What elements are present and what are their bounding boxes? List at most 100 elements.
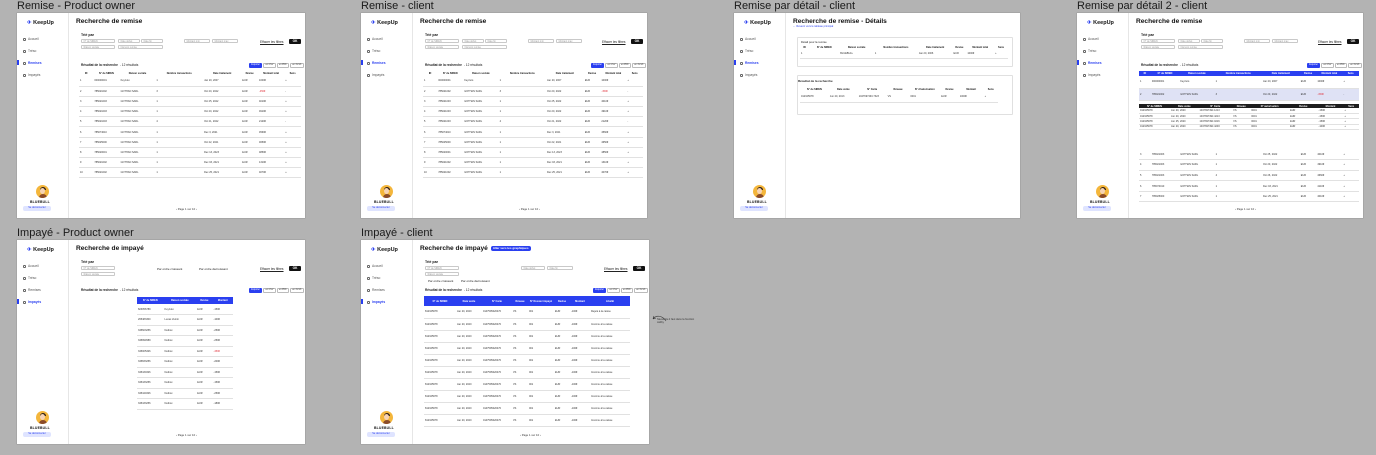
logout-button[interactable]: Se déconnecter: [740, 206, 768, 211]
ok-button[interactable]: OK: [631, 39, 643, 44]
table-row[interactable]: 1 000000001 Keyzuto 1 Jan 20, 2007 EUR 1000€ +: [79, 76, 301, 87]
table-row[interactable]: 2 785021002 GOTHAN SARL 3 Oct 20, 2022 EUR -45…: [1139, 88, 1359, 101]
amount-max-input[interactable]: Montant max: [212, 39, 238, 44]
export-tab-2[interactable]: en PDF: [618, 63, 632, 68]
sidebar-item-0[interactable]: Accueil: [23, 264, 39, 268]
company-name-input[interactable]: Raison sociale: [1141, 45, 1175, 50]
export-tab-0[interactable]: Exporter: [592, 288, 607, 293]
export-tab-3[interactable]: en XLSX: [1347, 63, 1362, 68]
logout-button[interactable]: Se déconnecter: [367, 206, 395, 211]
sidebar-item-3[interactable]: Impayés: [1083, 73, 1100, 77]
sidebar-item-1[interactable]: Tréso: [1083, 49, 1096, 53]
table-row[interactable]: 345440326 Netbox EUR -250€: [137, 388, 233, 399]
table-row[interactable]: 812345678 Jan 20, 2020 0147595420470 VS 001 E…: [424, 402, 630, 415]
sidebar-item-3[interactable]: Impayés: [740, 73, 757, 77]
date-start-input[interactable]: Date début: [521, 266, 545, 271]
table-row[interactable]: 345433256 Netbox EUR -150€: [137, 377, 233, 389]
sort-ascending-option[interactable]: Par ordre croissant: [428, 279, 453, 283]
sidebar-item-1[interactable]: Tréso: [23, 276, 36, 280]
sort-ascending-option[interactable]: Par ordre croissant: [157, 267, 182, 271]
table-row[interactable]: 812345678 Jan 20, 2020 0147595420470 VS 001 E…: [424, 390, 630, 403]
export-tab-0[interactable]: Exporter: [590, 63, 605, 68]
table-row[interactable]: 1 000000001 Keyzuto 1 Jan 20, 2007 EUR 1000€ +: [423, 76, 643, 87]
table-row[interactable]: 7 785025000 GOTHAN SARL 1 Oct 22, 2021 EUR 465…: [79, 137, 301, 148]
sidebar-item-0[interactable]: Accueil: [1083, 37, 1099, 41]
date-end-input[interactable]: Date fin: [1201, 39, 1223, 44]
export-tab-1[interactable]: en CSV: [605, 63, 618, 68]
table-row[interactable]: 345433256 Netbox EUR -180€: [137, 398, 233, 410]
table-row[interactable]: 5 785021003 GOTHAN SARL 4 Oct 21, 2022 EUR 212…: [423, 116, 643, 128]
logout-button[interactable]: Se déconnecter: [23, 206, 51, 211]
sidebar-item-0[interactable]: Accueil: [740, 37, 756, 41]
sidebar-item-2[interactable]: Remises: [740, 61, 759, 65]
sidebar-item-0[interactable]: Accueil: [23, 37, 39, 41]
sort-descending-option[interactable]: Par ordre décroissant: [461, 279, 490, 283]
sidebar-item-2[interactable]: Remises: [367, 288, 385, 292]
app-logo[interactable]: ✈ KeepUp: [371, 247, 398, 253]
table-row[interactable]: 8 785020001 GOTHAN SARL 1 Dec 13, 2023 EUR 485…: [423, 147, 643, 159]
date-start-input[interactable]: Date début: [118, 39, 140, 44]
sidebar-item-2[interactable]: Remises: [1083, 61, 1102, 65]
table-row[interactable]: 823056789 Keyzuto EUR -150€: [137, 304, 233, 315]
table-row[interactable]: 3 785021003 GOTHAN SARL 1 Oct 25, 2022 EUR 401…: [1139, 149, 1359, 161]
sidebar-item-2[interactable]: Remises: [23, 61, 42, 65]
table-row[interactable]: 345603256 Netbox EUR -250€: [137, 325, 233, 336]
table-row[interactable]: 345005326 Netbox EUR -450€: [137, 346, 233, 357]
ok-button[interactable]: OK: [633, 266, 645, 271]
siren-input[interactable]: N° de SIREN: [81, 266, 115, 271]
app-logo[interactable]: ✈ KeepUp: [744, 20, 771, 26]
table-row[interactable]: 4 785021003 GOTHAN SARL 1 Oct 20, 2022 EUR 491…: [423, 106, 643, 118]
ok-button[interactable]: OK: [289, 266, 301, 271]
amount-max-input[interactable]: Montant max: [556, 39, 582, 44]
table-row[interactable]: 345430326 Netbox EUR -150€: [137, 367, 233, 378]
export-tab-0[interactable]: Exporter: [248, 63, 263, 68]
export-tab-2[interactable]: en PDF: [1334, 63, 1348, 68]
sidebar-item-2[interactable]: Remises: [367, 61, 386, 65]
export-tab-0[interactable]: Exporter: [1306, 63, 1321, 68]
export-tab-2[interactable]: en PDF: [276, 288, 290, 293]
table-row[interactable]: 7 785025000 GOTHAN SARL 1 Oct 22, 2021 EUR 465…: [423, 137, 643, 148]
sort-descending-option[interactable]: Par ordre décroissant: [199, 267, 228, 271]
sidebar-item-1[interactable]: Tréso: [23, 49, 36, 53]
pagination[interactable]: ‹ Page 1 sur 10 ›: [520, 433, 541, 437]
app-logo[interactable]: ✈ KeepUp: [371, 20, 398, 26]
amount-min-input[interactable]: Montant min: [1244, 39, 1270, 44]
siren-input[interactable]: N° de SIREN: [425, 266, 459, 271]
table-row[interactable]: 1 BLUEBULL 1 Jan 20, 2006 EUR 1000€ +: [800, 50, 1008, 59]
sidebar-item-3[interactable]: Impayés: [23, 73, 40, 77]
date-start-input[interactable]: Date début: [462, 39, 484, 44]
table-row[interactable]: 3 785021003 GOTHAN SARL 1 Oct 25, 2022 EUR 401…: [79, 96, 301, 108]
table-row[interactable]: 9 785021002 GOTHAN SARL 1 Dec 03, 2021 EUR 131…: [79, 157, 301, 169]
table-row[interactable]: 812345678 Jan 20, 2020 0147595420470 VS 001 E…: [424, 354, 630, 367]
export-tab-2[interactable]: en PDF: [276, 63, 290, 68]
table-row[interactable]: 812345678 Jan 20, 2020 0147595420470 VS 001 E…: [424, 342, 630, 355]
pagination[interactable]: ‹ Page 1 sur 10 ›: [176, 433, 197, 437]
pagination[interactable]: ‹ Page 1 sur 10 ›: [176, 207, 197, 211]
siren-input[interactable]: N° de SIREN: [81, 39, 115, 44]
app-logo[interactable]: ✈ KeepUp: [1087, 20, 1114, 26]
pagination[interactable]: ‹ Page 1 sur 10 ›: [1235, 207, 1256, 211]
siren-input[interactable]: N° de SIREN: [425, 39, 459, 44]
export-tab-3[interactable]: en XLSX: [289, 288, 304, 293]
sidebar-item-1[interactable]: Tréso: [740, 49, 753, 53]
remise-number-input[interactable]: Numéro remise: [462, 45, 507, 50]
table-row[interactable]: 812345678 Jan 20, 2020 0147595420470 VS 001 E…: [424, 306, 630, 319]
sidebar-item-1[interactable]: Tréso: [367, 276, 380, 280]
table-row[interactable]: 812345678 Jan 20, 2020 0147595420470 VS 001 E…: [424, 378, 630, 391]
sidebar-item-0[interactable]: Accueil: [367, 264, 383, 268]
table-row[interactable]: 5 785021003 GOTHAN SARL 4 Oct 21, 2022 EUR 212…: [79, 116, 301, 128]
remise-number-input[interactable]: Numéro remise: [118, 45, 163, 50]
table-row[interactable]: 812345678 Jan 20, 2020 0147595420470 VS 001 E…: [424, 330, 630, 343]
table-row[interactable]: 812345678 Jan 20, 2020 0147595420470 VS 001 E…: [424, 366, 630, 379]
amount-min-input[interactable]: Montant min: [184, 39, 210, 44]
table-row[interactable]: 4 785021003 GOTHAN SARL 1 Oct 20, 2022 EUR 491…: [1139, 159, 1359, 171]
table-row[interactable]: 2 785021002 GOTHAN SARL 3 Oct 20, 2022 EUR -45…: [79, 86, 301, 97]
amount-max-input[interactable]: Montant max: [1272, 39, 1298, 44]
pagination[interactable]: ‹ Page 1 sur 10 ›: [519, 207, 540, 211]
table-row[interactable]: 345994589 Netbox EUR -250€: [137, 335, 233, 347]
table-row[interactable]: 5 785021003 GOTHAN SARL 4 Oct 26, 2022 EUR 466…: [1139, 170, 1359, 182]
logout-button[interactable]: Se déconnecter: [1083, 206, 1111, 211]
sidebar-item-3[interactable]: Impayés: [367, 73, 384, 77]
siren-input[interactable]: N° de SIREN: [1141, 39, 1175, 44]
export-tab-3[interactable]: en XLSX: [631, 63, 646, 68]
